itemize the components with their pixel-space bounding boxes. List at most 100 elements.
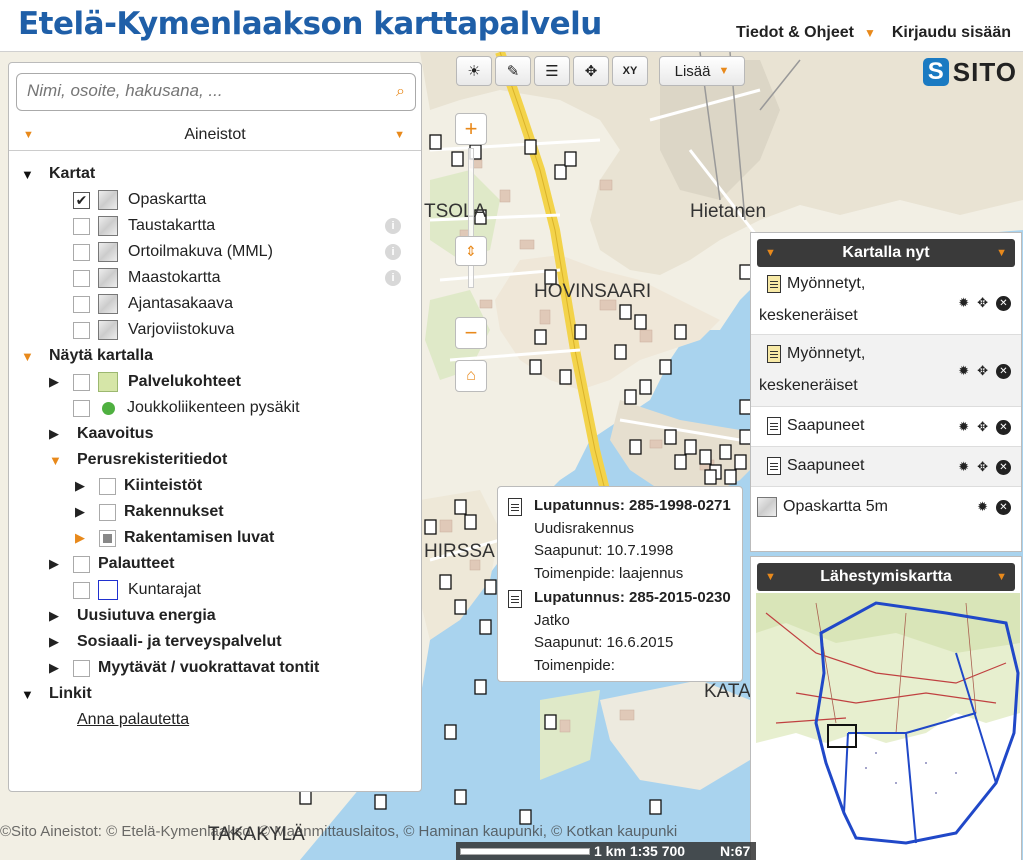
checkbox[interactable]: [99, 477, 116, 495]
zoom-out-button[interactable]: −: [455, 317, 487, 349]
sun-icon[interactable]: ☀: [456, 56, 492, 86]
locate-me-icon[interactable]: ⌂: [455, 360, 487, 392]
layer-ajantasakaava[interactable]: Ajantasakaava: [73, 291, 233, 317]
layer-label: Varjoviistokuva: [128, 321, 235, 338]
collapsed-triangle-icon[interactable]: ▶: [49, 556, 65, 572]
move-icon[interactable]: ✥: [977, 419, 988, 435]
move-icon[interactable]: ✥: [977, 459, 988, 475]
info-help-label: Tiedot & Ohjeet: [736, 24, 854, 41]
search-input[interactable]: [17, 74, 377, 108]
group-kaavoitus[interactable]: ▶ Kaavoitus: [49, 421, 153, 447]
map-now-item[interactable]: Opaskartta 5m ✹ ✕: [751, 487, 1021, 527]
search-box: ⌕: [16, 73, 416, 111]
info-icon[interactable]: i: [385, 270, 401, 286]
collapsed-triangle-icon[interactable]: ▶: [75, 478, 91, 494]
overview-map-title: Lähestymiskartta: [820, 568, 952, 585]
info-help-menu[interactable]: Tiedot & Ohjeet ▼: [736, 24, 876, 42]
layer-varjoviistokuva[interactable]: Varjoviistokuva: [73, 317, 234, 343]
collapsed-triangle-icon: ▶: [49, 608, 59, 623]
more-label: Lisää: [674, 62, 711, 80]
map-now-item[interactable]: Myönnetyt, keskeneräiset ✹ ✥ ✕: [751, 335, 1021, 407]
layer-kiinteistot[interactable]: ▶ Kiinteistöt: [75, 473, 202, 499]
list-icon[interactable]: ☰: [534, 56, 570, 86]
chevron-down-icon: ▼: [23, 129, 34, 141]
group-linkit[interactable]: ▼ Linkit: [21, 681, 92, 707]
item-label: Myönnetyt,: [787, 275, 866, 293]
group-perusrekisteri[interactable]: ▼ Perusrekisteritiedot: [49, 447, 227, 473]
overview-map-header[interactable]: ▼ Lähestymiskartta ▼: [757, 563, 1015, 591]
layer-myytavat-tontit[interactable]: ▶ Myytävät / vuokrattavat tontit: [49, 655, 319, 681]
collapsed-triangle-icon[interactable]: ▶: [75, 530, 91, 546]
move-icon[interactable]: ✥: [977, 295, 988, 311]
checkbox[interactable]: [73, 555, 90, 573]
checkbox[interactable]: [73, 659, 90, 677]
close-icon[interactable]: ✕: [996, 363, 1011, 379]
layer-taustakartta[interactable]: Taustakartta i: [73, 213, 413, 239]
collapsed-triangle-icon[interactable]: ▶: [49, 660, 65, 676]
collapsed-triangle-icon[interactable]: ▶: [49, 374, 65, 390]
login-link[interactable]: Kirjaudu sisään: [892, 24, 1011, 42]
layer-label: Joukkoliikenteen pysäkit: [127, 399, 300, 416]
layer-kuntarajat[interactable]: Kuntarajat: [73, 577, 201, 603]
close-icon[interactable]: ✕: [996, 499, 1011, 515]
info-icon[interactable]: i: [385, 218, 401, 234]
zoom-slider-track[interactable]: [468, 148, 474, 288]
checkbox-partial[interactable]: [99, 529, 116, 547]
gear-icon[interactable]: ✹: [958, 363, 969, 379]
overview-map[interactable]: [756, 593, 1020, 857]
close-icon[interactable]: ✕: [996, 419, 1011, 435]
map-now-header[interactable]: ▼ Kartalla nyt ▼: [757, 239, 1015, 267]
search-icon[interactable]: ⌕: [396, 83, 405, 101]
checkbox[interactable]: [99, 503, 116, 521]
checkbox[interactable]: [73, 217, 90, 235]
map-now-title: Kartalla nyt: [842, 244, 930, 261]
layer-opaskartta[interactable]: ✔ Opaskartta: [73, 187, 206, 213]
checkbox[interactable]: [73, 373, 90, 391]
checkbox[interactable]: [73, 399, 90, 417]
map-now-item[interactable]: Myönnetyt, keskeneräiset ✹ ✥ ✕: [751, 267, 1021, 335]
zoom-slider-handle[interactable]: ⇕: [455, 236, 487, 266]
layer-rakennukset[interactable]: ▶ Rakennukset: [75, 499, 224, 525]
checkbox-checked[interactable]: ✔: [73, 191, 90, 209]
gear-icon[interactable]: ✹: [958, 295, 969, 311]
scale-ratio: 1:35 700: [629, 843, 686, 859]
chevron-down-icon: ▼: [765, 571, 776, 583]
place-label-tsola: TSOLA: [424, 201, 487, 222]
layer-palvelukohteet[interactable]: ▶ Palvelukohteet: [49, 369, 241, 395]
group-nayta-kartalla[interactable]: ▼ Näytä kartalla: [21, 343, 153, 369]
checkbox[interactable]: [73, 581, 90, 599]
datasets-header[interactable]: ▼ Aineistot ▼: [9, 121, 421, 151]
checkbox[interactable]: [73, 243, 90, 261]
map-now-item[interactable]: Saapuneet ✹ ✥ ✕: [751, 447, 1021, 487]
layer-ortoilmakuva[interactable]: Ortoilmakuva (MML) i: [73, 239, 413, 265]
feedback-link[interactable]: Anna palautetta: [77, 707, 189, 733]
group-uusiutuva-energia[interactable]: ▶ Uusiutuva energia: [49, 603, 216, 629]
map-now-item[interactable]: Saapuneet ✹ ✥ ✕: [751, 407, 1021, 447]
layer-palautteet[interactable]: ▶ Palautteet: [49, 551, 174, 577]
header: Etelä-Kymenlaakson karttapalvelu Tiedot …: [0, 0, 1023, 52]
group-kartat[interactable]: ▼ Kartat: [21, 161, 95, 187]
more-button[interactable]: Lisää ▼: [659, 56, 745, 86]
layer-rakentamisen-luvat[interactable]: ▶ Rakentamisen luvat: [75, 525, 274, 551]
place-label-hovinsaari: HOVINSAARI: [534, 281, 651, 302]
layer-maastokartta[interactable]: Maastokartta i: [73, 265, 413, 291]
close-icon[interactable]: ✕: [996, 459, 1011, 475]
group-sosiaali[interactable]: ▶ Sosiaali- ja terveyspalvelut: [49, 629, 282, 655]
overview-map-panel: ▼ Lähestymiskartta ▼: [750, 556, 1022, 860]
collapsed-triangle-icon[interactable]: ▶: [75, 504, 91, 520]
checkbox[interactable]: [73, 321, 90, 339]
checkbox[interactable]: [73, 295, 90, 313]
checkbox[interactable]: [73, 269, 90, 287]
xy-icon[interactable]: XY: [612, 56, 648, 86]
zoom-in-button[interactable]: +: [455, 113, 487, 145]
gear-icon[interactable]: ✹: [977, 499, 988, 515]
move-icon[interactable]: ✥: [573, 56, 609, 86]
close-icon[interactable]: ✕: [996, 295, 1011, 311]
ruler-icon[interactable]: ✎: [495, 56, 531, 86]
layer-joukkoliikenne[interactable]: Joukkoliikenteen pysäkit: [73, 395, 300, 421]
info-icon[interactable]: i: [385, 244, 401, 260]
gear-icon[interactable]: ✹: [958, 459, 969, 475]
feature-info-popup: Lupatunnus: 285-1998-0271 Uudisrakennus …: [497, 486, 743, 682]
move-icon[interactable]: ✥: [977, 363, 988, 379]
gear-icon[interactable]: ✹: [958, 419, 969, 435]
